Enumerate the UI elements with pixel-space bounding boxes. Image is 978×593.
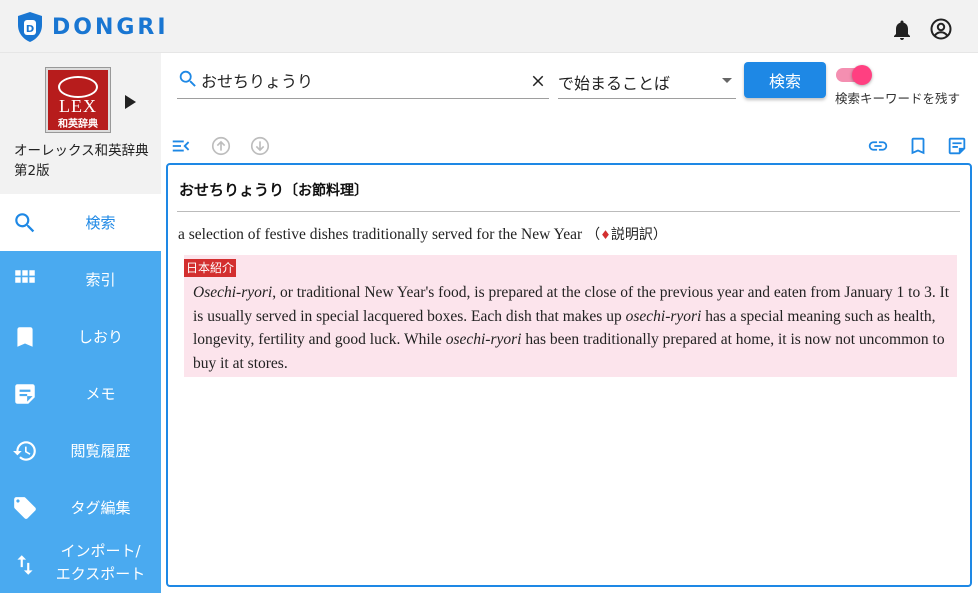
sidebar-item-label: 閲覧履歴 <box>70 442 131 460</box>
logo-oval <box>58 76 98 98</box>
dictionary-title-line1: オーレックス和英辞典 <box>14 143 149 159</box>
sidebar-item-history[interactable]: 閲覧履歴 <box>0 422 161 479</box>
search-input[interactable] <box>201 66 521 94</box>
search-icon <box>179 70 196 87</box>
sidebar-item-label: しおり <box>77 328 123 346</box>
gloss-paren-close: ） <box>652 227 667 243</box>
note-term: osechi-ryori <box>445 331 522 348</box>
entry-headword: おせちりょうり〔お節料理〕 <box>179 179 368 200</box>
keep-keyword-toggle[interactable] <box>836 65 872 85</box>
sidebar-item-memo[interactable]: メモ <box>0 365 161 422</box>
sidebar-item-label: インポート/ エクスポート <box>40 540 161 586</box>
link-icon[interactable] <box>866 135 890 157</box>
logo-subtitle: 和英辞典 <box>58 119 98 130</box>
search-button[interactable]: 検索 <box>744 62 826 98</box>
note-term: osechi-ryori <box>625 307 702 325</box>
toggle-knob <box>852 65 872 85</box>
sidebar-item-label: メモ <box>85 385 116 403</box>
grid-icon <box>15 270 35 283</box>
sidebar-nav: 検索 索引 しおり メモ 閲覧履歴 タグ編集 インポート/ エクスポート <box>0 194 161 593</box>
chevron-down-icon <box>722 78 732 83</box>
sidebar-item-label-line2: エクスポート <box>55 565 146 583</box>
app-name: DONGRI <box>52 14 169 40</box>
dictionary-title-line2: 第2版 <box>14 163 50 179</box>
tag-icon <box>14 497 36 519</box>
gloss-text: a selection of festive dishes traditiona… <box>178 226 583 243</box>
note-term: Osechi-ryori <box>193 284 273 301</box>
gloss-paren-open: （ <box>586 227 601 243</box>
bookmark-outline-icon[interactable] <box>907 135 929 157</box>
gloss-note: 説明訳 <box>610 227 653 243</box>
app-bar: D DONGRI <box>0 0 978 53</box>
memo-icon <box>15 384 35 404</box>
entry-panel: おせちりょうり〔お節料理〕 a selection of festive dis… <box>166 163 972 587</box>
japan-intro-note: 日本紹介 Osechi-ryori, or traditional New Ye… <box>184 255 957 377</box>
collapse-list-icon[interactable] <box>170 135 192 157</box>
headword-kana: おせちりょうり <box>179 181 285 199</box>
account-circle-icon[interactable] <box>929 17 953 41</box>
app-logo[interactable]: D DONGRI <box>16 11 169 43</box>
dictionary-title: オーレックス和英辞典 第2版 <box>14 141 149 181</box>
play-icon[interactable] <box>125 95 136 109</box>
history-icon <box>13 441 36 461</box>
bell-icon[interactable] <box>890 18 914 42</box>
sidebar-item-label: タグ編集 <box>70 499 131 517</box>
dictionary-selector[interactable]: LEX 和英辞典 オーレックス和英辞典 第2版 <box>0 53 161 194</box>
search-box <box>177 62 549 99</box>
sidebar-item-label: 検索 <box>85 214 116 232</box>
close-icon[interactable] <box>529 72 547 90</box>
headword-kanji: 〔お節料理〕 <box>284 183 369 199</box>
sidebar-item-tag-edit[interactable]: タグ編集 <box>0 479 161 536</box>
note-text: Osechi-ryori, or traditional New Year's … <box>193 281 953 375</box>
note-tag: 日本紹介 <box>184 259 237 277</box>
logo-word: LEX <box>59 96 97 116</box>
sidebar-item-search[interactable]: 検索 <box>0 194 161 251</box>
divider <box>177 211 960 212</box>
sidebar-item-label: 索引 <box>85 271 116 289</box>
arrow-down-circle-icon[interactable] <box>249 135 271 157</box>
arrow-up-circle-icon[interactable] <box>210 135 232 157</box>
import-export-icon <box>17 555 33 575</box>
sidebar-item-import-export[interactable]: インポート/ エクスポート <box>0 536 161 593</box>
svg-text:D: D <box>26 24 34 35</box>
sidebar: LEX 和英辞典 オーレックス和英辞典 第2版 検索 索引 しおり メモ 閲覧履… <box>0 53 161 593</box>
memo-outline-icon[interactable] <box>946 135 968 157</box>
bookmark-icon <box>17 327 33 347</box>
diamond-icon: ♦ <box>600 228 611 242</box>
sidebar-item-label-line1: インポート/ <box>60 542 141 560</box>
search-mode-value: で始まることば <box>558 74 671 93</box>
keep-keyword-label: 検索キーワードを残す <box>835 91 961 106</box>
sidebar-item-bookmarks[interactable]: しおり <box>0 308 161 365</box>
entry-gloss: a selection of festive dishes traditiona… <box>178 224 667 244</box>
shield-logo-icon: D <box>18 12 42 42</box>
sidebar-item-index[interactable]: 索引 <box>0 251 161 308</box>
search-icon <box>15 213 35 233</box>
search-mode-select[interactable]: で始まることば <box>558 62 736 99</box>
dictionary-logo[interactable]: LEX 和英辞典 <box>46 68 110 132</box>
